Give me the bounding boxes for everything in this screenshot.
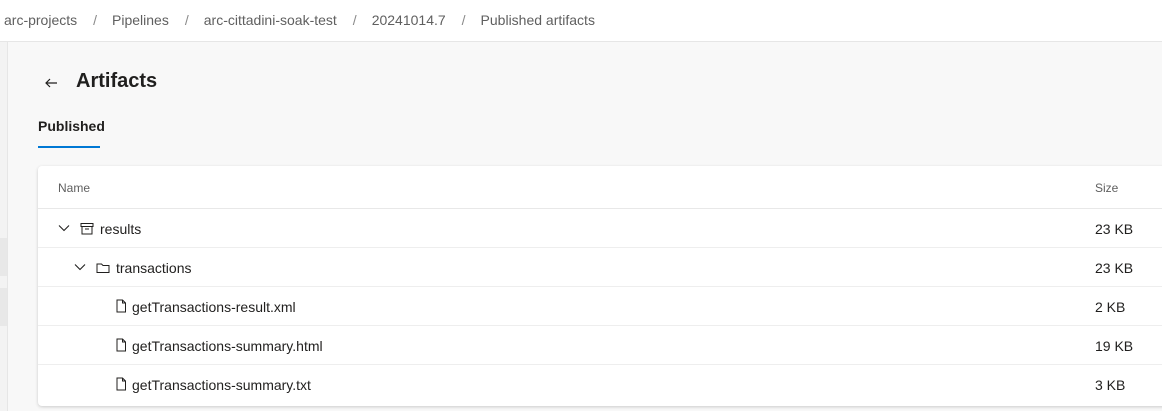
- row-name: transactions: [116, 260, 192, 276]
- row-size: 23 KB: [1095, 260, 1134, 276]
- back-button[interactable]: [40, 72, 62, 94]
- breadcrumb-item-project[interactable]: arc-projects: [4, 12, 77, 28]
- table-header: Name Size: [38, 166, 1162, 209]
- file-icon: [116, 299, 126, 313]
- table-row[interactable]: transactions 23 KB: [38, 248, 1162, 287]
- row-size: 3 KB: [1095, 377, 1126, 393]
- row-size: 23 KB: [1095, 221, 1134, 237]
- row-name: getTransactions-summary.html: [132, 338, 323, 354]
- artifacts-table: Name Size results 23 KB transactions 23 …: [38, 166, 1162, 406]
- chevron-down-icon[interactable]: [58, 222, 70, 234]
- tab-published[interactable]: Published: [38, 118, 105, 134]
- row-name: results: [100, 221, 142, 237]
- table-row[interactable]: getTransactions-summary.html 19 KB: [38, 326, 1162, 365]
- table-row[interactable]: getTransactions-summary.txt 3 KB: [38, 365, 1162, 404]
- breadcrumb-separator: /: [352, 12, 357, 28]
- row-size: 19 KB: [1095, 338, 1134, 354]
- left-nav-item[interactable]: [0, 238, 7, 276]
- left-nav-edge: [0, 42, 8, 411]
- breadcrumb-item-pipeline[interactable]: arc-cittadini-soak-test: [204, 12, 337, 28]
- column-header-size[interactable]: Size: [1095, 181, 1118, 195]
- left-nav-item[interactable]: [0, 288, 7, 326]
- breadcrumb-separator: /: [93, 12, 98, 28]
- top-bar: arc-projects / Pipelines / arc-cittadini…: [0, 0, 1162, 42]
- breadcrumb-item-current[interactable]: Published artifacts: [481, 12, 595, 28]
- tab-selected-indicator: [38, 146, 100, 148]
- breadcrumb-separator: /: [461, 12, 466, 28]
- folder-icon: [96, 263, 110, 273]
- row-name: getTransactions-result.xml: [132, 299, 296, 315]
- breadcrumb-item-run[interactable]: 20241014.7: [372, 12, 446, 28]
- breadcrumb: arc-projects / Pipelines / arc-cittadini…: [4, 12, 595, 28]
- table-row[interactable]: getTransactions-result.xml 2 KB: [38, 287, 1162, 326]
- row-size: 2 KB: [1095, 299, 1126, 315]
- row-name: getTransactions-summary.txt: [132, 377, 311, 393]
- column-header-name[interactable]: Name: [58, 181, 90, 195]
- file-icon: [116, 377, 126, 391]
- file-icon: [116, 338, 126, 352]
- archive-icon: [80, 223, 94, 235]
- chevron-down-icon[interactable]: [74, 261, 86, 273]
- breadcrumb-separator: /: [184, 12, 189, 28]
- arrow-left-icon: [45, 78, 57, 88]
- breadcrumb-item-pipelines[interactable]: Pipelines: [112, 12, 169, 28]
- page-title: Artifacts: [76, 70, 158, 92]
- table-row[interactable]: results 23 KB: [38, 209, 1162, 248]
